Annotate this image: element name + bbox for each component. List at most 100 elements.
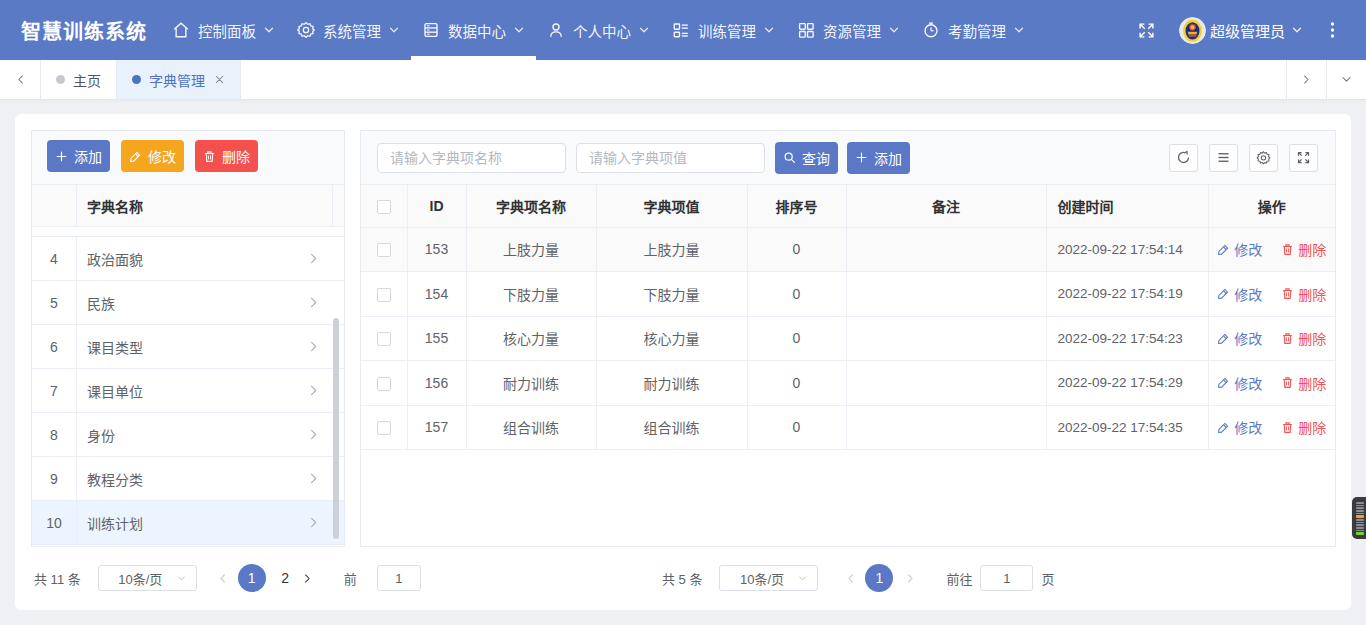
chevron-left-icon: [844, 572, 857, 585]
dict-name-row[interactable]: 8 身份: [32, 413, 344, 457]
toolbar-button[interactable]: 修改: [121, 140, 184, 172]
table-scrollbar-thumb[interactable]: [333, 318, 339, 539]
prev-page-button[interactable]: [215, 570, 231, 586]
tab[interactable]: 字典管理: [117, 60, 241, 99]
delete-link[interactable]: 删除: [1281, 373, 1326, 393]
tabs-scroll-left-button[interactable]: [0, 60, 40, 99]
edit-label: 修改: [1234, 328, 1262, 348]
edit-link[interactable]: 修改: [1217, 328, 1262, 348]
delete-link[interactable]: 删除: [1281, 417, 1326, 437]
tab[interactable]: 主页: [40, 60, 117, 99]
chevron-down-icon: [176, 573, 187, 584]
row-checkbox[interactable]: [377, 377, 391, 391]
cell-id: 157: [407, 405, 466, 450]
nav-menu-item[interactable]: 数据中心: [414, 0, 533, 60]
nav-menu-icon: [297, 21, 315, 39]
nav-menu-item[interactable]: 系统管理: [289, 0, 408, 60]
chevron-left-icon: [216, 572, 229, 585]
open-tabs: 主页 字典管理: [40, 60, 241, 99]
edit-link[interactable]: 修改: [1217, 417, 1262, 437]
dict-item-pagination: 共 5 条 10条/页 1 前往 页: [662, 564, 1055, 592]
delete-link[interactable]: 删除: [1281, 239, 1326, 259]
cell-actions: 修改 删除: [1208, 316, 1335, 361]
delete-link[interactable]: 删除: [1281, 328, 1326, 348]
delete-link[interactable]: 删除: [1281, 284, 1326, 304]
chevron-right-icon[interactable]: [307, 252, 320, 265]
prev-page-button[interactable]: [842, 570, 858, 586]
dict-name-row[interactable]: 10 训练计划: [32, 501, 344, 545]
tool-icon: [1176, 150, 1191, 165]
page-number[interactable]: 1: [238, 564, 266, 592]
app-logo: 智慧训练系统: [21, 16, 147, 45]
more-dots-icon[interactable]: [1329, 21, 1336, 39]
cell-item-value: 组合训练: [596, 405, 747, 450]
dict-name-row[interactable]: 6 课目类型: [32, 325, 344, 369]
dict-item-row: 156 耐力训练 耐力训练 0 2022-09-22 17:54:29 修改: [361, 361, 1335, 406]
dict-name-row[interactable]: 9 教程分类: [32, 457, 344, 501]
fullscreen-icon[interactable]: [1138, 22, 1155, 39]
chevron-right-icon[interactable]: [307, 428, 320, 441]
chevron-right-icon[interactable]: [307, 340, 320, 353]
dict-item-value-input[interactable]: [576, 143, 765, 173]
tool-button[interactable]: [1289, 144, 1318, 172]
side-tool-widget[interactable]: [1352, 497, 1366, 539]
nav-menu-icon: [172, 21, 190, 39]
tab-dot: [56, 75, 65, 84]
jumper-input[interactable]: [980, 565, 1033, 591]
row-checkbox[interactable]: [377, 288, 391, 302]
dict-name-row[interactable]: 5 民族: [32, 281, 344, 325]
toolbar-button[interactable]: 删除: [195, 140, 258, 172]
tool-button[interactable]: [1249, 144, 1278, 172]
cell-item-value: 耐力训练: [596, 361, 747, 406]
row-checkbox[interactable]: [377, 421, 391, 435]
tool-button[interactable]: [1209, 144, 1238, 172]
edit-link[interactable]: 修改: [1217, 373, 1262, 393]
tabs-menu-button[interactable]: [1326, 60, 1366, 99]
edit-link[interactable]: 修改: [1217, 284, 1262, 304]
nav-menu-item[interactable]: 资源管理: [789, 0, 908, 60]
dict-name-row[interactable]: 7 课目单位: [32, 369, 344, 413]
page-numbers: 1: [858, 564, 900, 592]
page-number[interactable]: 1: [865, 564, 893, 592]
chevron-right-icon[interactable]: [307, 472, 320, 485]
next-page-button[interactable]: [300, 570, 316, 586]
row-checkbox[interactable]: [377, 243, 391, 257]
username[interactable]: 超级管理员: [1210, 20, 1285, 41]
chevron-left-icon: [14, 73, 27, 86]
add-button[interactable]: 添加: [847, 142, 910, 174]
col-remark: 备注: [846, 185, 1046, 227]
nav-menu-item[interactable]: 训练管理: [664, 0, 783, 60]
page-number[interactable]: 2: [278, 570, 293, 586]
row-index: 4: [32, 237, 77, 280]
nav-menu-item[interactable]: 个人中心: [539, 0, 658, 60]
avatar[interactable]: [1179, 17, 1206, 44]
page-size-select[interactable]: 10条/页: [719, 565, 818, 591]
dict-item-row: 155 核心力量 核心力量 0 2022-09-22 17:54:23 修改: [361, 316, 1335, 361]
chevron-right-icon[interactable]: [307, 296, 320, 309]
tab-close-icon[interactable]: [214, 74, 225, 85]
chevron-right-icon[interactable]: [307, 384, 320, 397]
chevron-down-icon: [763, 24, 775, 36]
nav-menu-icon: [422, 21, 440, 39]
tabs-right-controls: [1286, 60, 1366, 99]
row-checkbox[interactable]: [377, 332, 391, 346]
plus-icon: [855, 151, 868, 164]
dict-item-name-input[interactable]: [377, 143, 566, 173]
page-size-select[interactable]: 10条/页: [98, 565, 197, 591]
tool-button[interactable]: [1169, 144, 1198, 172]
tool-icon: [1256, 150, 1271, 165]
next-page-button[interactable]: [902, 570, 918, 586]
dict-name-rows: 4 政治面貌 5 民族 6 课目类型 7: [32, 237, 344, 545]
row-dict-name: 身份: [77, 425, 307, 445]
user-chevron-down-icon[interactable]: [1291, 24, 1303, 36]
dict-name-row[interactable]: 4 政治面貌: [32, 237, 344, 281]
toolbar-button[interactable]: 添加: [47, 140, 110, 172]
nav-menu-item[interactable]: 考勤管理: [914, 0, 1033, 60]
chevron-right-icon[interactable]: [307, 516, 320, 529]
tabs-scroll-right-button[interactable]: [1286, 60, 1326, 99]
select-all-checkbox[interactable]: [377, 200, 391, 214]
jumper-input[interactable]: [377, 565, 421, 591]
edit-link[interactable]: 修改: [1217, 239, 1262, 259]
nav-menu-item[interactable]: 控制面板: [164, 0, 283, 60]
search-button[interactable]: 查询: [775, 142, 838, 174]
